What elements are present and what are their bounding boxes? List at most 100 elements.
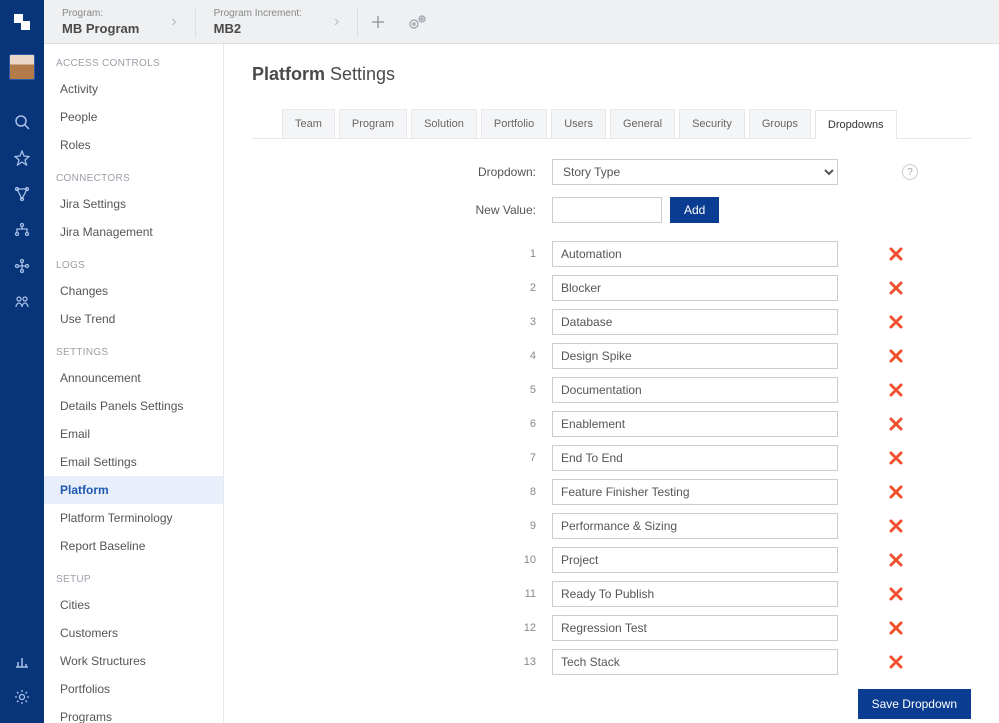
value-input[interactable] xyxy=(552,445,838,471)
page-title-rest: Settings xyxy=(325,64,395,84)
tree-icon[interactable] xyxy=(0,248,44,284)
value-input[interactable] xyxy=(552,649,838,675)
value-index: 11 xyxy=(412,588,552,600)
sidebar-item-announcement[interactable]: Announcement xyxy=(44,364,223,392)
icon-rail xyxy=(0,0,44,723)
breadcrumb-bar: Program: MB Program › Program Increment:… xyxy=(44,0,999,44)
page-title-bold: Platform xyxy=(252,64,325,84)
program-label: Program: xyxy=(62,8,139,19)
search-icon[interactable] xyxy=(0,104,44,140)
dropdown-values-list: 12345678910111213 xyxy=(412,241,971,675)
delete-icon[interactable] xyxy=(888,552,904,568)
sidebar-item-people[interactable]: People xyxy=(44,103,223,131)
delete-icon[interactable] xyxy=(888,416,904,432)
sidebar-item-changes[interactable]: Changes xyxy=(44,277,223,305)
value-index: 3 xyxy=(412,316,552,328)
gears-icon[interactable] xyxy=(406,10,430,34)
sidebar-section-header: CONNECTORS xyxy=(44,159,223,190)
breadcrumb-pi[interactable]: Program Increment: MB2 › xyxy=(196,0,358,43)
value-input[interactable] xyxy=(552,275,838,301)
save-dropdown-button[interactable]: Save Dropdown xyxy=(858,689,971,719)
delete-icon[interactable] xyxy=(888,586,904,602)
sidebar-item-email-settings[interactable]: Email Settings xyxy=(44,448,223,476)
tab-general[interactable]: General xyxy=(610,109,675,138)
pi-value: MB2 xyxy=(214,21,302,36)
sidebar-item-portfolios[interactable]: Portfolios xyxy=(44,675,223,703)
delete-icon[interactable] xyxy=(888,450,904,466)
newvalue-input[interactable] xyxy=(552,197,662,223)
add-button[interactable]: Add xyxy=(670,197,719,223)
chart-icon[interactable] xyxy=(0,643,44,679)
sidebar-item-use-trend[interactable]: Use Trend xyxy=(44,305,223,333)
people-icon[interactable] xyxy=(0,284,44,320)
value-input[interactable] xyxy=(552,343,838,369)
app-logo[interactable] xyxy=(10,10,34,34)
delete-icon[interactable] xyxy=(888,518,904,534)
value-row: 4 xyxy=(412,343,971,369)
tab-solution[interactable]: Solution xyxy=(411,109,477,138)
add-icon[interactable] xyxy=(366,10,390,34)
value-index: 7 xyxy=(412,452,552,464)
star-icon[interactable] xyxy=(0,140,44,176)
tab-security[interactable]: Security xyxy=(679,109,745,138)
sidebar-item-jira-management[interactable]: Jira Management xyxy=(44,218,223,246)
sidebar-item-customers[interactable]: Customers xyxy=(44,619,223,647)
value-input[interactable] xyxy=(552,581,838,607)
sidebar-item-jira-settings[interactable]: Jira Settings xyxy=(44,190,223,218)
value-row: 7 xyxy=(412,445,971,471)
crumb-separator xyxy=(357,7,358,37)
value-input[interactable] xyxy=(552,309,838,335)
value-row: 2 xyxy=(412,275,971,301)
hierarchy-icon[interactable] xyxy=(0,212,44,248)
sidebar-item-work-structures[interactable]: Work Structures xyxy=(44,647,223,675)
delete-icon[interactable] xyxy=(888,382,904,398)
value-index: 5 xyxy=(412,384,552,396)
delete-icon[interactable] xyxy=(888,620,904,636)
tab-dropdowns[interactable]: Dropdowns xyxy=(815,110,897,139)
value-input[interactable] xyxy=(552,479,838,505)
delete-icon[interactable] xyxy=(888,280,904,296)
sidebar-item-report-baseline[interactable]: Report Baseline xyxy=(44,532,223,560)
value-input[interactable] xyxy=(552,615,838,641)
value-input[interactable] xyxy=(552,241,838,267)
value-input[interactable] xyxy=(552,411,838,437)
sidebar-item-activity[interactable]: Activity xyxy=(44,75,223,103)
gear-icon[interactable] xyxy=(0,679,44,715)
delete-icon[interactable] xyxy=(888,314,904,330)
sidebar-item-roles[interactable]: Roles xyxy=(44,131,223,159)
sidebar-item-details-panels-settings[interactable]: Details Panels Settings xyxy=(44,392,223,420)
sidebar-nav: ACCESS CONTROLSActivityPeopleRolesCONNEC… xyxy=(44,44,224,723)
value-input[interactable] xyxy=(552,547,838,573)
value-index: 2 xyxy=(412,282,552,294)
settings-tabs: TeamProgramSolutionPortfolioUsersGeneral… xyxy=(252,109,971,139)
tab-program[interactable]: Program xyxy=(339,109,407,138)
delete-icon[interactable] xyxy=(888,654,904,670)
user-avatar[interactable] xyxy=(9,54,35,80)
network-icon[interactable] xyxy=(0,176,44,212)
program-value: MB Program xyxy=(62,21,139,36)
dropdown-select[interactable]: Story Type xyxy=(552,159,838,185)
sidebar-item-platform[interactable]: Platform xyxy=(44,476,223,504)
sidebar-item-platform-terminology[interactable]: Platform Terminology xyxy=(44,504,223,532)
delete-icon[interactable] xyxy=(888,348,904,364)
tab-team[interactable]: Team xyxy=(282,109,335,138)
newvalue-label: New Value: xyxy=(412,203,552,217)
delete-icon[interactable] xyxy=(888,246,904,262)
sidebar-item-email[interactable]: Email xyxy=(44,420,223,448)
value-input[interactable] xyxy=(552,377,838,403)
value-index: 1 xyxy=(412,248,552,260)
value-row: 3 xyxy=(412,309,971,335)
dropdown-label: Dropdown: xyxy=(412,165,552,179)
value-index: 4 xyxy=(412,350,552,362)
breadcrumb-program[interactable]: Program: MB Program › xyxy=(44,0,195,43)
delete-icon[interactable] xyxy=(888,484,904,500)
tab-portfolio[interactable]: Portfolio xyxy=(481,109,547,138)
sidebar-item-cities[interactable]: Cities xyxy=(44,591,223,619)
value-index: 6 xyxy=(412,418,552,430)
help-icon[interactable]: ? xyxy=(902,164,918,180)
value-row: 10 xyxy=(412,547,971,573)
value-input[interactable] xyxy=(552,513,838,539)
tab-groups[interactable]: Groups xyxy=(749,109,811,138)
sidebar-item-programs[interactable]: Programs xyxy=(44,703,223,723)
tab-users[interactable]: Users xyxy=(551,109,606,138)
